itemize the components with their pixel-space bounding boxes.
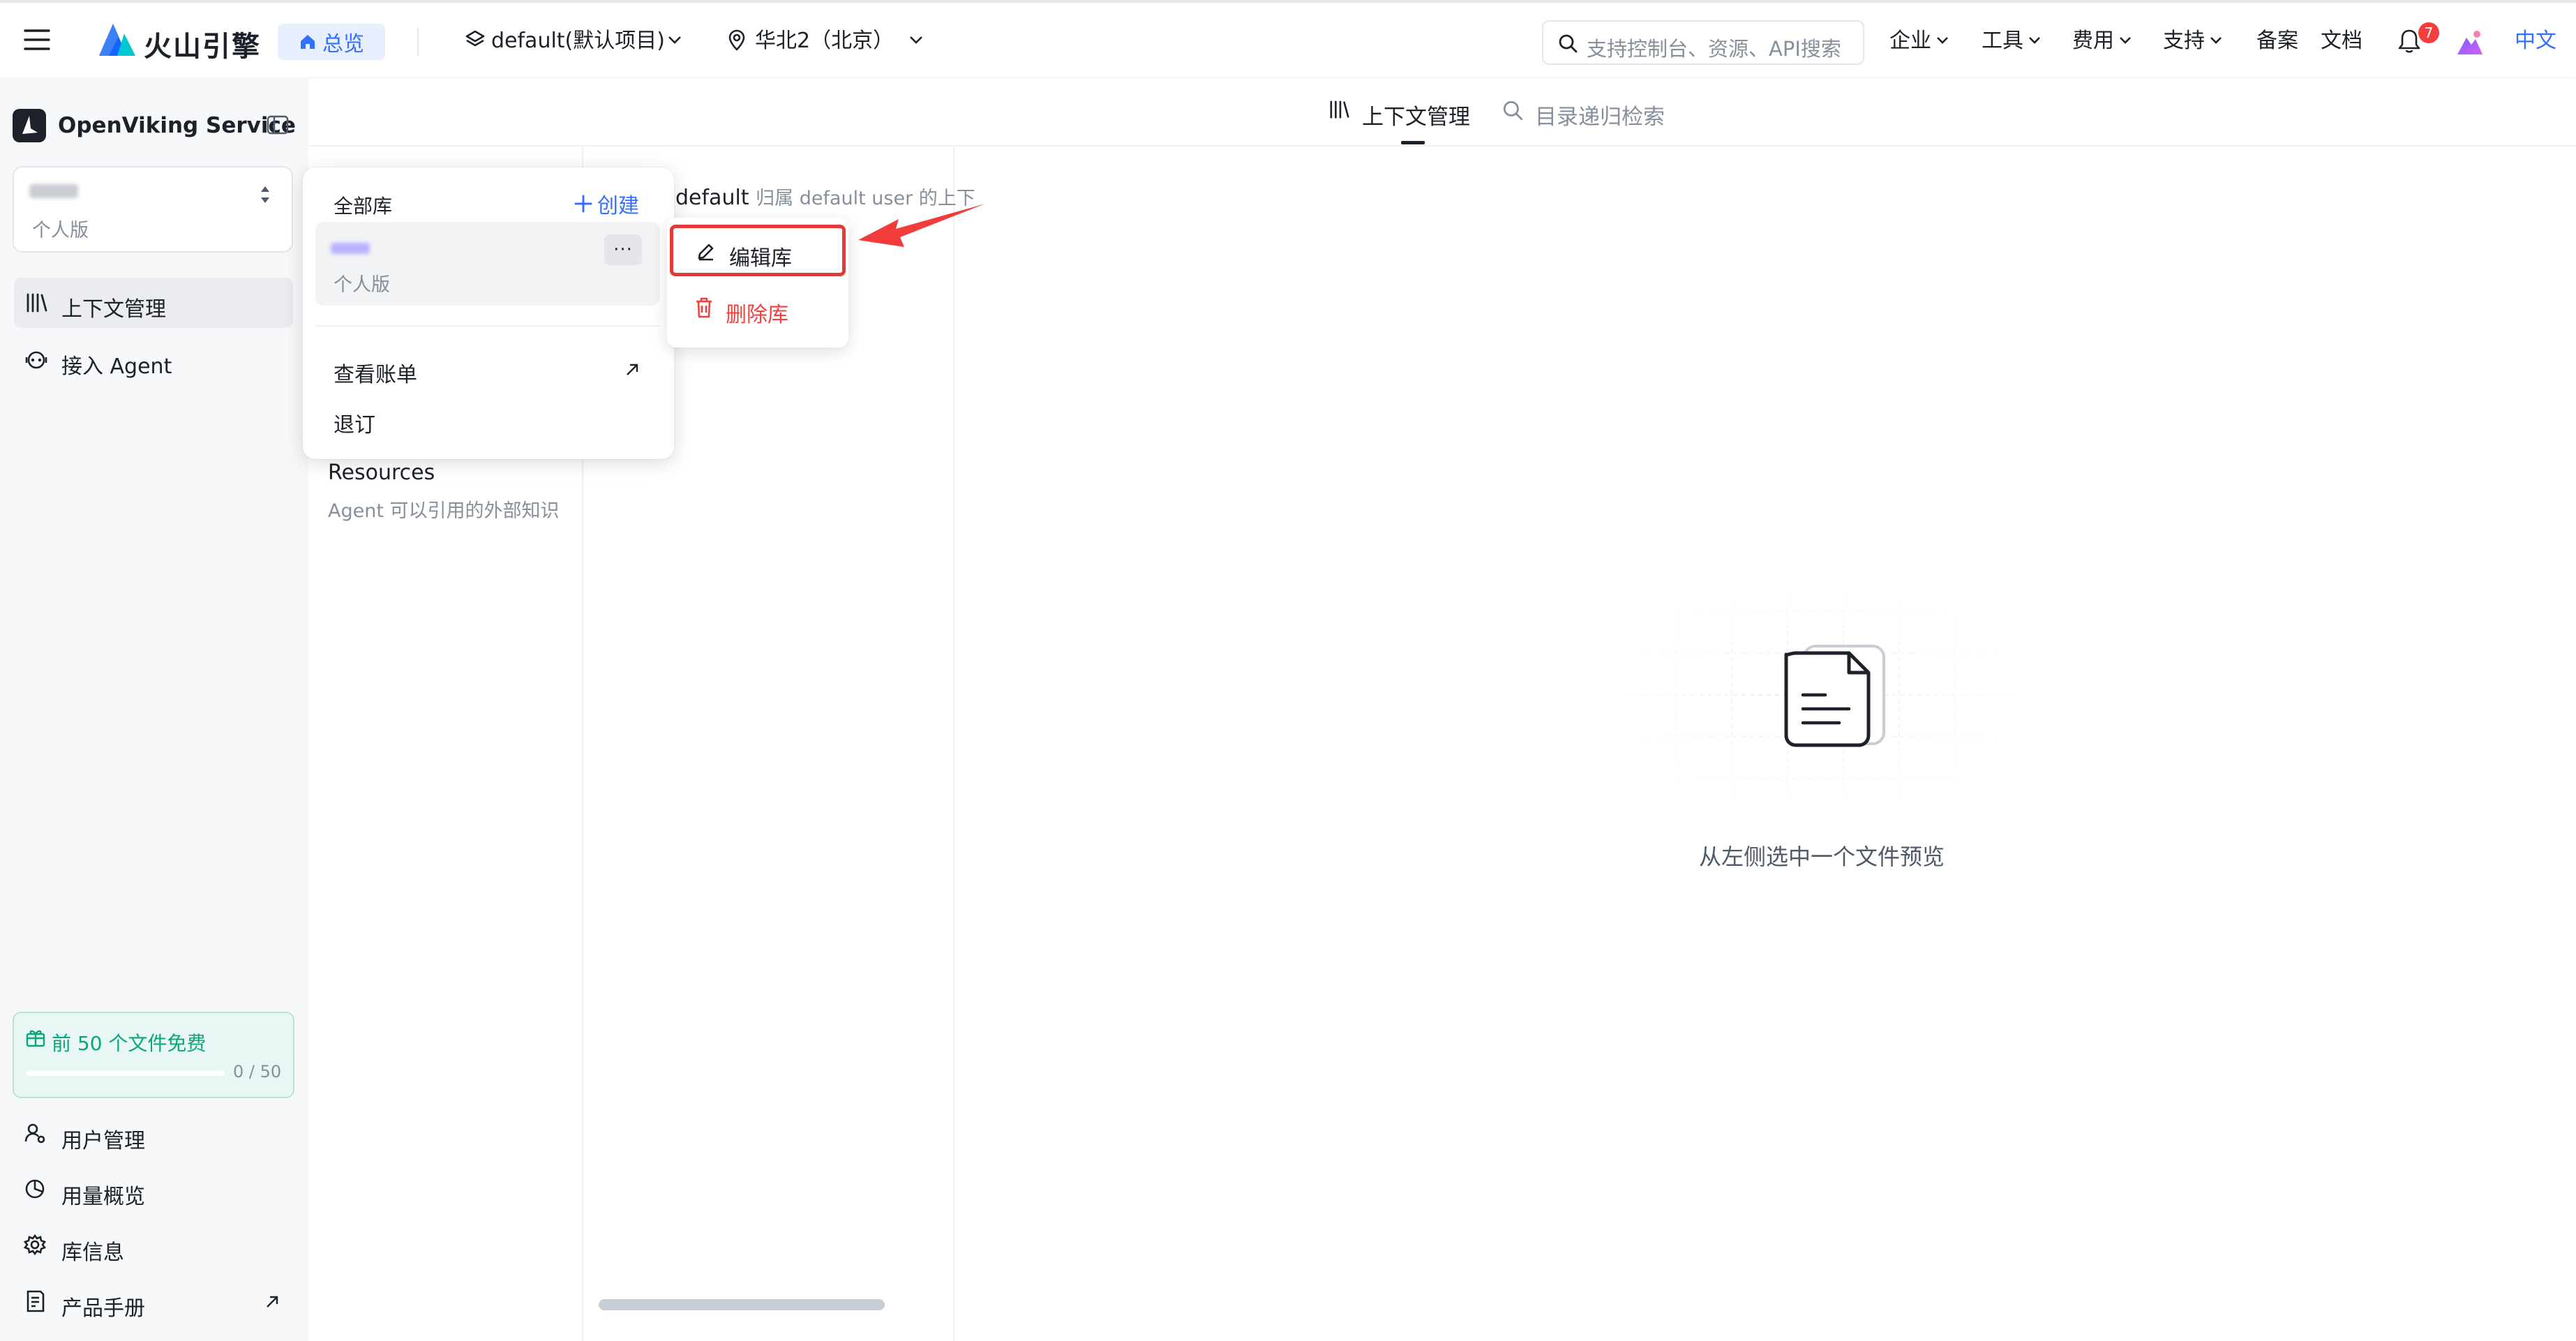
tab-recursive-search[interactable]: 目录递归检索	[1535, 99, 1665, 130]
sidebar-item-label: 上下文管理	[61, 297, 166, 322]
layers-icon	[465, 29, 486, 50]
annotation-arrow-icon	[855, 197, 988, 253]
sort-arrows-icon	[258, 184, 272, 205]
empty-file-illustration-icon	[1616, 590, 2015, 807]
avatar[interactable]	[2456, 29, 2484, 56]
library-icon	[1328, 99, 1351, 120]
sidebar-item-user-management[interactable]: 用户管理	[61, 1123, 145, 1154]
promo-text: 前 50 个文件免费	[52, 1032, 207, 1055]
scrollbar-thumb[interactable]	[599, 1299, 885, 1310]
resources-description: Agent 可以引用的外部知识	[328, 500, 560, 522]
sidebar-item-library-info[interactable]: 库信息	[61, 1235, 124, 1266]
tab-context-management[interactable]: 上下文管理	[1362, 99, 1470, 130]
notification-badge: 7	[2418, 22, 2439, 43]
volcengine-logo-icon[interactable]	[98, 22, 137, 57]
user-management-icon	[24, 1122, 46, 1144]
chevron-down-icon[interactable]	[2028, 36, 2042, 45]
search-placeholder: 支持控制台、资源、API搜索	[1587, 37, 1841, 61]
more-actions-button[interactable]: ···	[604, 234, 642, 265]
context-name: default	[675, 186, 749, 210]
search-icon	[1557, 33, 1578, 54]
gift-icon	[25, 1027, 46, 1048]
collapse-sidebar-icon[interactable]	[267, 114, 289, 135]
plus-icon	[574, 195, 592, 213]
library-list-item[interactable]: 个人版 ···	[315, 222, 660, 306]
location-pin-icon	[728, 29, 745, 52]
chevron-down-icon[interactable]	[667, 35, 682, 45]
create-library-button[interactable]: 创建	[574, 188, 639, 219]
nav-support[interactable]: 支持	[2163, 31, 2205, 52]
home-button[interactable]: 总览	[278, 24, 385, 60]
resources-title[interactable]: Resources	[328, 460, 435, 485]
sidebar-item-usage-overview[interactable]: 用量概览	[61, 1179, 145, 1210]
column-divider	[953, 147, 954, 1341]
sidebar-item-context-management[interactable]: 上下文管理	[14, 278, 293, 328]
external-link-icon[interactable]	[265, 1295, 279, 1309]
edit-library-label: 编辑库	[729, 246, 792, 271]
popover-separator	[315, 325, 660, 327]
bell-icon[interactable]	[2397, 28, 2421, 54]
trash-icon	[695, 297, 713, 318]
brand-name[interactable]: 火山引擎	[144, 24, 261, 64]
language-switch[interactable]: 中文	[2515, 31, 2556, 52]
sidebar-item-product-manual[interactable]: 产品手册	[61, 1291, 145, 1321]
gear-icon	[24, 1234, 46, 1256]
chevron-down-icon[interactable]	[908, 35, 924, 45]
workspace-edition: 个人版	[32, 220, 89, 241]
search-icon	[1502, 99, 1524, 121]
delete-library-menu-item[interactable]: 删除库	[726, 297, 788, 328]
menu-icon[interactable]	[24, 28, 50, 52]
product-title: OpenViking Service	[58, 113, 296, 138]
library-icon	[25, 292, 49, 314]
home-icon	[301, 35, 315, 49]
unsubscribe-link[interactable]: 退订	[334, 407, 375, 438]
manual-icon	[25, 1289, 46, 1313]
usage-chart-icon	[24, 1178, 46, 1200]
sidebar-item-label: 接入 Agent	[61, 354, 172, 379]
top-bar: 火山引擎 总览 default(默认项目) 华北2（北京） 支持控制台、资源、A…	[0, 0, 2576, 77]
product-logo-icon	[13, 109, 46, 142]
workspace-name-redacted	[29, 184, 78, 198]
library-switcher-popover: 全部库 创建 个人版 ··· 查看账单 退订	[303, 167, 674, 459]
create-label: 创建	[597, 194, 639, 218]
project-selector[interactable]: default(默认项目)	[491, 31, 665, 52]
active-tab-indicator	[1401, 141, 1425, 144]
library-edition: 个人版	[334, 274, 390, 296]
nav-tools[interactable]: 工具	[1982, 31, 2023, 52]
nav-enterprise[interactable]: 企业	[1889, 31, 1931, 52]
free-quota-banner: 前 50 个文件免费 0 / 50	[13, 1012, 294, 1098]
sidebar	[0, 77, 308, 1341]
chevron-down-icon[interactable]	[2209, 36, 2223, 45]
nav-billing[interactable]: 费用	[2072, 31, 2114, 52]
quota-count: 0 / 50	[233, 1062, 282, 1081]
library-actions-menu: 编辑库 删除库	[667, 218, 848, 347]
chevron-down-icon[interactable]	[1935, 36, 1949, 45]
tab-bar-divider	[308, 145, 2576, 147]
view-billing-link[interactable]: 查看账单	[334, 357, 417, 388]
nav-docs[interactable]: 文档	[2321, 31, 2362, 52]
region-selector[interactable]: 华北2（北京）	[755, 31, 894, 52]
global-search-input[interactable]: 支持控制台、资源、API搜索	[1542, 20, 1864, 65]
edit-pencil-icon	[696, 242, 715, 262]
horizontal-scrollbar[interactable]	[599, 1296, 942, 1312]
divider	[417, 28, 419, 56]
external-link-icon[interactable]	[625, 363, 639, 377]
popover-heading: 全部库	[334, 195, 393, 218]
nav-filing[interactable]: 备案	[2256, 31, 2298, 52]
library-name-redacted	[331, 243, 370, 254]
edit-library-menu-item[interactable]: 编辑库	[670, 225, 846, 276]
chevron-down-icon[interactable]	[2118, 36, 2132, 45]
agent-icon	[24, 349, 49, 371]
home-label: 总览	[322, 32, 364, 57]
empty-state-text: 从左侧选中一个文件预览	[1699, 844, 1945, 870]
quota-progress-bar	[27, 1070, 225, 1076]
workspace-switcher[interactable]: 个人版	[13, 166, 293, 253]
sidebar-item-connect-agent[interactable]: 接入 Agent	[14, 335, 293, 385]
